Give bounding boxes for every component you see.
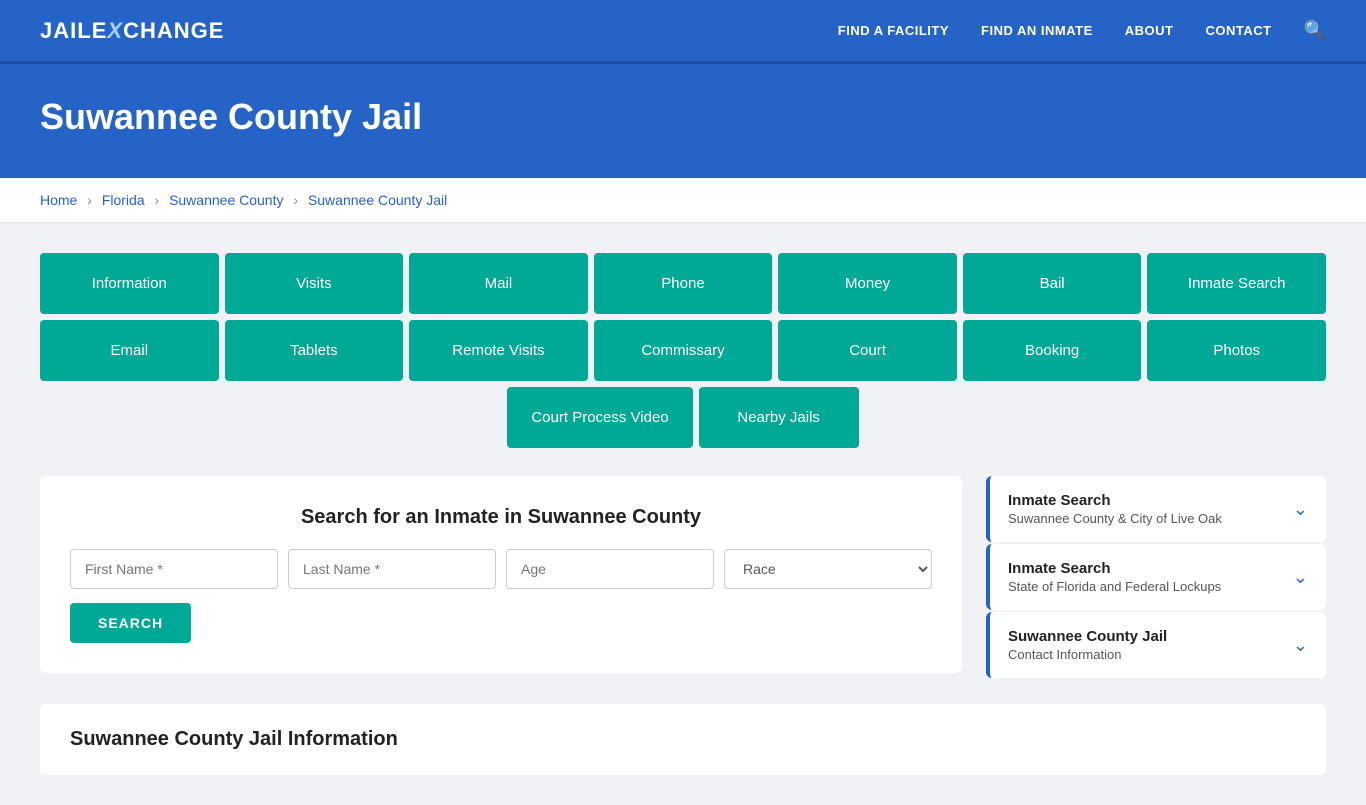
search-title: Search for an Inmate in Suwannee County [70, 506, 932, 529]
breadcrumb-sep1: › [87, 192, 96, 208]
nav-grid-row2: Email Tablets Remote Visits Commissary C… [40, 320, 1326, 381]
page-title: Suwannee County Jail [40, 96, 1326, 138]
sidebar-card-title-2: Inmate Search [1008, 560, 1221, 577]
logo-jail-text: JAIL [40, 18, 92, 44]
breadcrumb-florida[interactable]: Florida [102, 192, 145, 208]
sidebar-card-title-3: Suwannee County Jail [1008, 628, 1167, 645]
age-input[interactable] [506, 549, 714, 589]
btn-commissary[interactable]: Commissary [594, 320, 773, 381]
sidebar-card-florida-search: Inmate Search State of Florida and Feder… [986, 544, 1326, 610]
search-button[interactable]: SEARCH [70, 603, 191, 643]
chevron-down-icon-3: ⌄ [1293, 635, 1308, 656]
nav-about[interactable]: ABOUT [1125, 23, 1174, 38]
breadcrumb-sep3: › [293, 192, 302, 208]
main-nav: FIND A FACILITY FIND AN INMATE ABOUT CON… [838, 20, 1326, 41]
site-header: JAILEXCHANGE FIND A FACILITY FIND AN INM… [0, 0, 1366, 64]
breadcrumb-jail[interactable]: Suwannee County Jail [308, 192, 447, 208]
btn-photos[interactable]: Photos [1147, 320, 1326, 381]
btn-tablets[interactable]: Tablets [225, 320, 404, 381]
btn-court[interactable]: Court [778, 320, 957, 381]
nav-find-inmate[interactable]: FIND AN INMATE [981, 23, 1093, 38]
nav-grid-row3: Court Process Video Nearby Jails [40, 387, 1326, 448]
breadcrumb-home[interactable]: Home [40, 192, 77, 208]
search-icon[interactable]: 🔍 [1304, 20, 1326, 41]
sidebar-card-subtitle-3: Contact Information [1008, 647, 1167, 662]
main-content: Information Visits Mail Phone Money Bail… [0, 223, 1366, 805]
sidebar-card-header-1[interactable]: Inmate Search Suwannee County & City of … [990, 476, 1326, 542]
sidebar-card-text-1: Inmate Search Suwannee County & City of … [1008, 492, 1222, 526]
content-row: Search for an Inmate in Suwannee County … [40, 476, 1326, 680]
sidebar-card-text-2: Inmate Search State of Florida and Feder… [1008, 560, 1221, 594]
hero-section: Suwannee County Jail [0, 64, 1366, 178]
btn-phone[interactable]: Phone [594, 253, 773, 314]
btn-booking[interactable]: Booking [963, 320, 1142, 381]
nav-grid-row1: Information Visits Mail Phone Money Bail… [40, 253, 1326, 314]
chevron-down-icon-1: ⌄ [1293, 499, 1308, 520]
sidebar-card-header-3[interactable]: Suwannee County Jail Contact Information… [990, 612, 1326, 678]
sidebar-card-subtitle-2: State of Florida and Federal Lockups [1008, 579, 1221, 594]
jail-info-section: Suwannee County Jail Information [40, 704, 1326, 775]
sidebar-card-contact: Suwannee County Jail Contact Information… [986, 612, 1326, 678]
site-logo[interactable]: JAILEXCHANGE [40, 18, 224, 44]
inmate-search-panel: Search for an Inmate in Suwannee County … [40, 476, 962, 673]
first-name-input[interactable] [70, 549, 278, 589]
btn-email[interactable]: Email [40, 320, 219, 381]
sidebar-card-suwannee-search: Inmate Search Suwannee County & City of … [986, 476, 1326, 542]
sidebar-card-text-3: Suwannee County Jail Contact Information [1008, 628, 1167, 662]
nav-find-facility[interactable]: FIND A FACILITY [838, 23, 949, 38]
btn-nearby-jails[interactable]: Nearby Jails [699, 387, 859, 448]
breadcrumb-sep2: › [155, 192, 164, 208]
btn-inmate-search[interactable]: Inmate Search [1147, 253, 1326, 314]
breadcrumb: Home › Florida › Suwannee County › Suwan… [0, 178, 1366, 223]
chevron-down-icon-2: ⌄ [1293, 567, 1308, 588]
nav-contact[interactable]: CONTACT [1205, 23, 1271, 38]
jail-info-title: Suwannee County Jail Information [70, 728, 1296, 751]
sidebar-card-header-2[interactable]: Inmate Search State of Florida and Feder… [990, 544, 1326, 610]
btn-money[interactable]: Money [778, 253, 957, 314]
btn-information[interactable]: Information [40, 253, 219, 314]
last-name-input[interactable] [288, 549, 496, 589]
search-fields: Race White Black Hispanic Asian Other [70, 549, 932, 589]
logo-exchange-text: EXCHANGE [92, 18, 225, 44]
btn-visits[interactable]: Visits [225, 253, 404, 314]
breadcrumb-county[interactable]: Suwannee County [169, 192, 283, 208]
race-select[interactable]: Race White Black Hispanic Asian Other [724, 549, 932, 589]
btn-mail[interactable]: Mail [409, 253, 588, 314]
btn-court-process-video[interactable]: Court Process Video [507, 387, 692, 448]
btn-bail[interactable]: Bail [963, 253, 1142, 314]
sidebar-card-title-1: Inmate Search [1008, 492, 1222, 509]
sidebar: Inmate Search Suwannee County & City of … [986, 476, 1326, 680]
btn-remote-visits[interactable]: Remote Visits [409, 320, 588, 381]
sidebar-card-subtitle-1: Suwannee County & City of Live Oak [1008, 511, 1222, 526]
